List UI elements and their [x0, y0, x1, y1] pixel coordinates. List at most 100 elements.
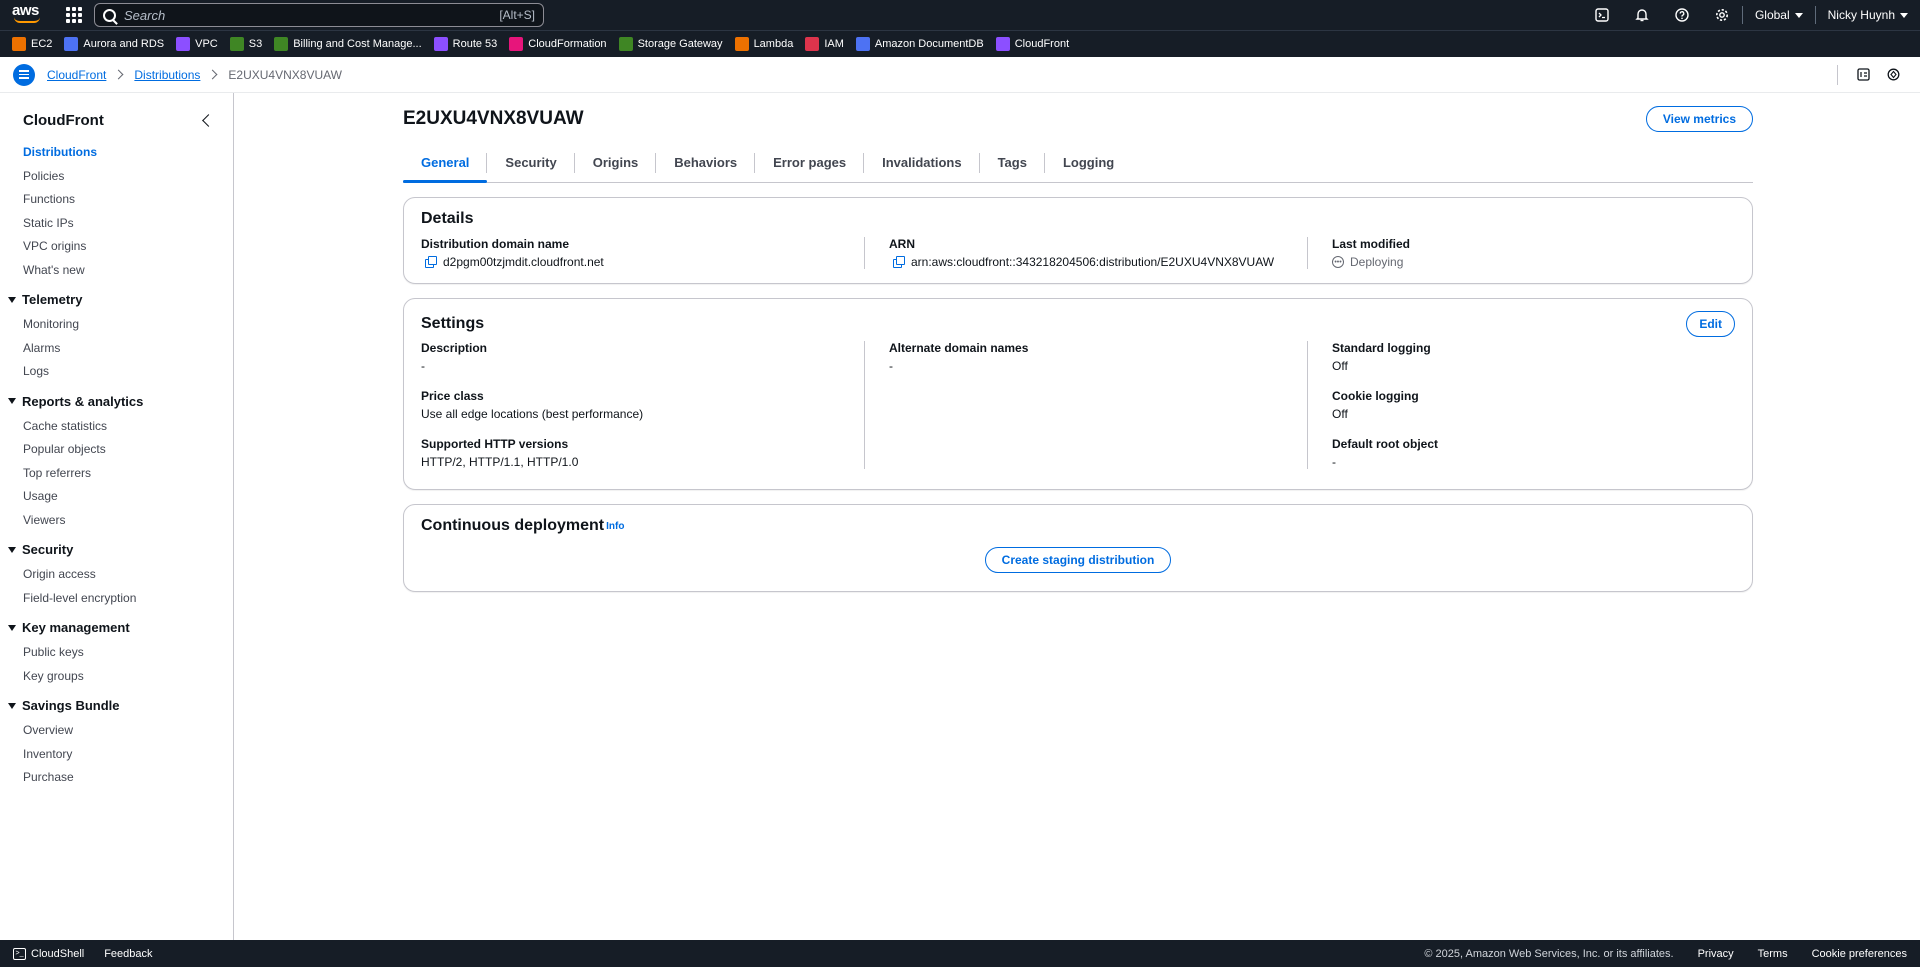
- account-menu[interactable]: Nicky Huynh: [1816, 8, 1920, 22]
- sidebar-item[interactable]: What's new: [0, 259, 233, 283]
- sidebar-item[interactable]: Origin access: [0, 563, 233, 587]
- favorite-label: Billing and Cost Manage...: [293, 38, 422, 50]
- feedback-link[interactable]: Feedback: [104, 948, 152, 960]
- sidebar-item[interactable]: Alarms: [0, 337, 233, 361]
- favorite-item[interactable]: Billing and Cost Manage...: [274, 37, 422, 51]
- collapse-navigation-icon[interactable]: [202, 113, 215, 127]
- favorite-item[interactable]: Aurora and RDS: [64, 37, 164, 51]
- sidebar-item[interactable]: Distributions: [0, 141, 233, 165]
- details-title: Details: [421, 210, 474, 227]
- cloudshell-button[interactable]: >_ CloudShell: [13, 947, 84, 960]
- sidebar-item[interactable]: Cache statistics: [0, 415, 233, 439]
- sidebar-item[interactable]: Top referrers: [0, 462, 233, 486]
- sidebar-item[interactable]: Monitoring: [0, 313, 233, 337]
- side-navigation-title[interactable]: CloudFront: [23, 112, 104, 129]
- terms-link[interactable]: Terms: [1758, 948, 1788, 960]
- sidebar-item[interactable]: Policies: [0, 165, 233, 189]
- favorite-item[interactable]: Amazon DocumentDB: [855, 37, 984, 51]
- tab-behaviors[interactable]: Behaviors: [656, 142, 756, 182]
- help-icon[interactable]: [1662, 0, 1702, 30]
- view-metrics-button[interactable]: View metrics: [1645, 106, 1753, 132]
- breadcrumb-distributions[interactable]: Distributions: [134, 68, 200, 82]
- tab-error-pages[interactable]: Error pages: [755, 142, 865, 182]
- service-icon: [855, 37, 870, 51]
- tab-security[interactable]: Security: [487, 142, 576, 182]
- main-content: E2UXU4VNX8VUAW View metrics General Secur…: [403, 93, 1753, 592]
- favorite-label: CloudFront: [1014, 38, 1070, 50]
- cloudshell-icon[interactable]: [1582, 0, 1622, 30]
- copy-icon[interactable]: [425, 256, 437, 268]
- side-navigation-toggle-icon[interactable]: [13, 63, 35, 86]
- http-versions-value: HTTP/2, HTTP/1.1, HTTP/1.0: [421, 455, 579, 469]
- price-class-value: Use all edge locations (best performance…: [421, 407, 644, 421]
- page-title: E2UXU4VNX8VUAW: [403, 108, 584, 129]
- caret-down-icon: [1794, 12, 1803, 18]
- favorite-label: S3: [248, 38, 263, 50]
- privacy-link[interactable]: Privacy: [1698, 948, 1734, 960]
- tab-invalidations[interactable]: Invalidations: [864, 142, 981, 182]
- sidebar-section-header[interactable]: Key management: [0, 614, 233, 641]
- search-input[interactable]: [124, 7, 500, 23]
- favorite-item[interactable]: Route 53: [433, 37, 498, 51]
- sidebar-item[interactable]: Key groups: [0, 665, 233, 689]
- aws-logo[interactable]: aws: [12, 3, 52, 27]
- favorite-item[interactable]: S3: [229, 37, 263, 51]
- domain-value: d2pgm00tzjmdit.cloudfront.net: [443, 255, 604, 269]
- sidebar-item[interactable]: VPC origins: [0, 235, 233, 259]
- services-menu-icon[interactable]: [66, 7, 82, 23]
- sidebar-item[interactable]: Viewers: [0, 509, 233, 533]
- info-link[interactable]: Info: [606, 521, 624, 532]
- sidebar-section-header[interactable]: Savings Bundle: [0, 692, 233, 719]
- favorite-label: Route 53: [452, 38, 498, 50]
- default-root-object-label: Default root object: [1332, 437, 1439, 451]
- tab-logging[interactable]: Logging: [1045, 142, 1132, 182]
- breadcrumb-cloudfront[interactable]: CloudFront: [47, 68, 106, 82]
- tools-panel-icon[interactable]: [1878, 65, 1908, 85]
- chevron-right-icon: [113, 69, 124, 80]
- sidebar-section-label: Reports & analytics: [22, 393, 144, 409]
- favorite-label: CloudFormation: [528, 38, 607, 50]
- sidebar-item[interactable]: Inventory: [0, 743, 233, 767]
- sidebar-section-header[interactable]: Reports & analytics: [0, 388, 233, 415]
- last-modified-value: Deploying: [1350, 255, 1404, 269]
- favorite-item[interactable]: VPC: [176, 37, 218, 51]
- caret-down-icon: [8, 624, 16, 631]
- favorite-label: Lambda: [753, 38, 794, 50]
- sidebar-item[interactable]: Overview: [0, 719, 233, 743]
- breadcrumb: CloudFront Distributions E2UXU4VNX8VUAW: [47, 68, 342, 82]
- sidebar-item[interactable]: Field-level encryption: [0, 587, 233, 611]
- favorite-item[interactable]: IAM: [805, 37, 844, 51]
- tab-tags[interactable]: Tags: [980, 142, 1046, 182]
- settings-title: Settings: [421, 315, 485, 332]
- favorite-item[interactable]: Storage Gateway: [618, 37, 723, 51]
- copy-icon[interactable]: [893, 256, 905, 268]
- sidebar-item[interactable]: Usage: [0, 485, 233, 509]
- search-box[interactable]: [Alt+S]: [94, 3, 544, 27]
- region-selector[interactable]: Global: [1743, 8, 1815, 22]
- cookie-preferences-link[interactable]: Cookie preferences: [1812, 948, 1907, 960]
- sidebar-section-header[interactable]: Telemetry: [0, 286, 233, 313]
- sidebar-item[interactable]: Static IPs: [0, 212, 233, 236]
- favorite-item[interactable]: CloudFormation: [509, 37, 607, 51]
- favorite-label: IAM: [824, 38, 844, 50]
- cookie-logging-value: Off: [1332, 407, 1348, 421]
- sidebar-item[interactable]: Purchase: [0, 766, 233, 790]
- region-label: Global: [1754, 8, 1790, 22]
- edit-settings-button[interactable]: Edit: [1686, 311, 1735, 337]
- chevron-right-icon: [207, 69, 218, 80]
- sidebar-item[interactable]: Functions: [0, 188, 233, 212]
- favorite-item[interactable]: Lambda: [734, 37, 794, 51]
- sidebar-item[interactable]: Popular objects: [0, 438, 233, 462]
- sidebar-section-header[interactable]: Security: [0, 536, 233, 563]
- create-staging-distribution-button[interactable]: Create staging distribution: [984, 547, 1172, 573]
- favorite-item[interactable]: EC2: [12, 37, 52, 51]
- notifications-bell-icon[interactable]: [1622, 0, 1662, 30]
- sidebar-item[interactable]: Public keys: [0, 641, 233, 665]
- tab-general[interactable]: General: [403, 142, 488, 183]
- sidebar-item[interactable]: Logs: [0, 360, 233, 384]
- info-panel-icon[interactable]: [1848, 65, 1878, 85]
- favorite-item[interactable]: CloudFront: [995, 37, 1070, 51]
- domain-label: Distribution domain name: [421, 237, 570, 251]
- settings-gear-icon[interactable]: [1702, 0, 1742, 30]
- tab-origins[interactable]: Origins: [575, 142, 657, 182]
